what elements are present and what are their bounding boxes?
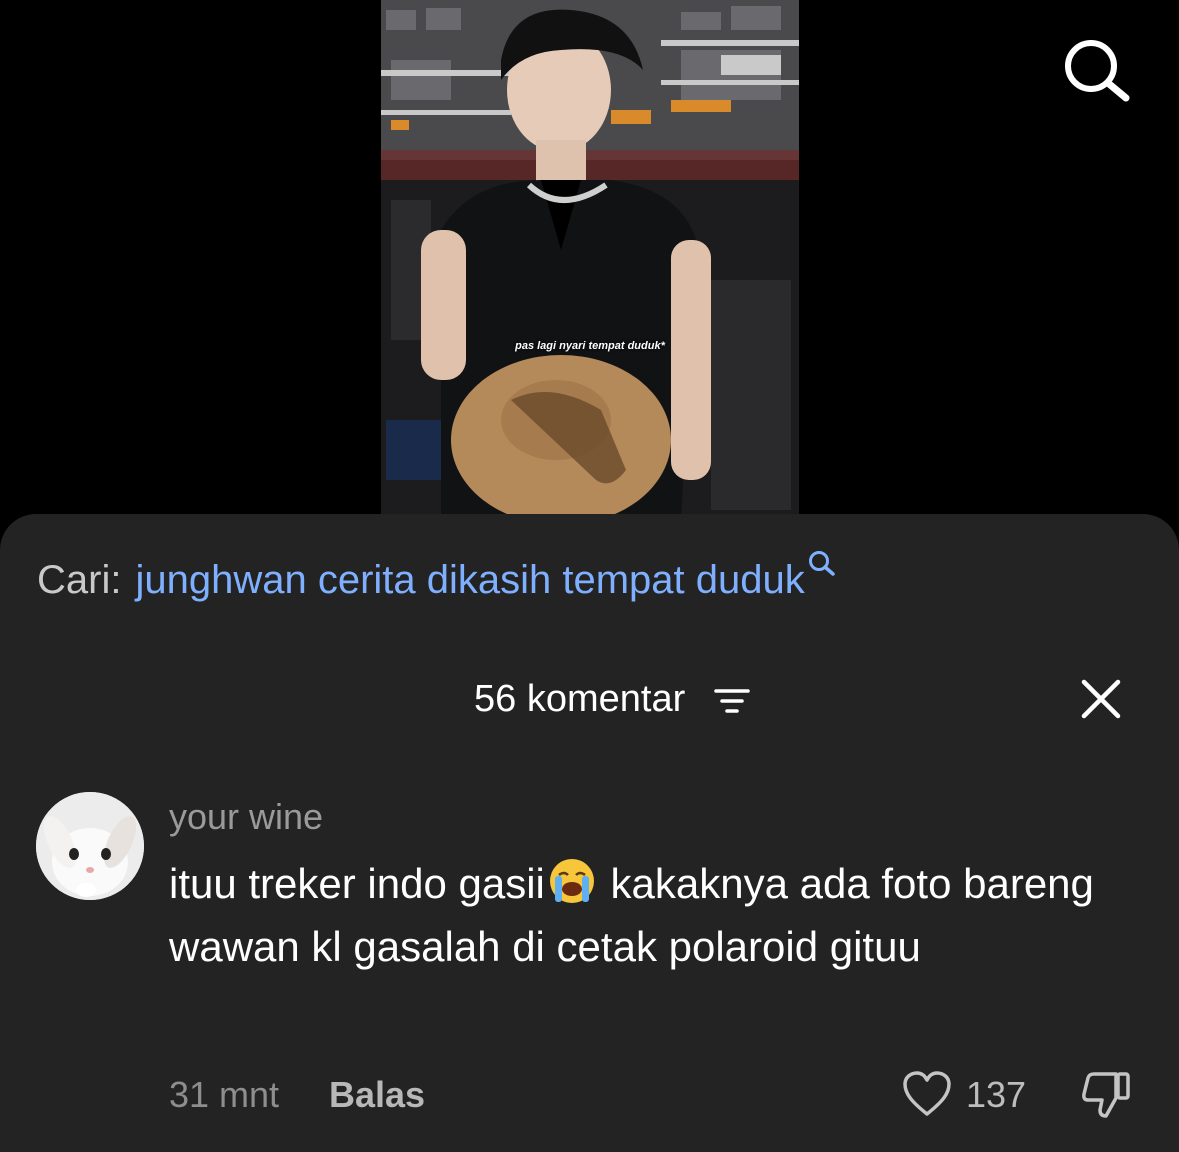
video-caption: pas lagi nyari tempat duduk*	[515, 340, 665, 352]
reply-button[interactable]: Balas	[329, 1074, 425, 1116]
loudly-crying-face-icon	[547, 856, 597, 906]
screen: pas lagi nyari tempat duduk* Cari: jungh…	[0, 0, 1179, 1152]
close-icon[interactable]	[1080, 678, 1122, 720]
heart-icon[interactable]	[902, 1070, 952, 1118]
search-icon	[807, 544, 837, 576]
bunny-avatar-icon	[36, 792, 144, 900]
search-icon[interactable]	[1060, 36, 1130, 102]
comment-text: ituu treker indo gasii kakaknya ada foto…	[169, 852, 1109, 978]
comment-sheet: Cari: junghwan cerita dikasih tempat dud…	[0, 514, 1179, 1152]
comment-meta: 31 mnt Balas 137	[0, 1070, 1179, 1120]
comment-timestamp: 31 mnt	[169, 1074, 280, 1115]
comment-text-part-1: ituu treker indo gasii	[169, 860, 545, 907]
comment-count: 56 komentar	[474, 678, 686, 720]
comments-header: 56 komentar	[0, 674, 1179, 724]
thumbs-down-icon[interactable]	[1080, 1070, 1132, 1120]
search-prefix: Cari:	[37, 558, 122, 602]
avatar[interactable]	[36, 792, 144, 900]
filter-icon[interactable]	[714, 688, 750, 716]
video-player[interactable]: pas lagi nyari tempat duduk*	[381, 0, 799, 520]
video-frame	[381, 0, 799, 520]
search-query-link[interactable]: junghwan cerita dikasih tempat duduk	[135, 558, 804, 603]
like-count: 137	[966, 1074, 1027, 1115]
comment-username[interactable]: your wine	[169, 796, 323, 838]
search-suggestion[interactable]: Cari: junghwan cerita dikasih tempat dud…	[37, 551, 837, 603]
